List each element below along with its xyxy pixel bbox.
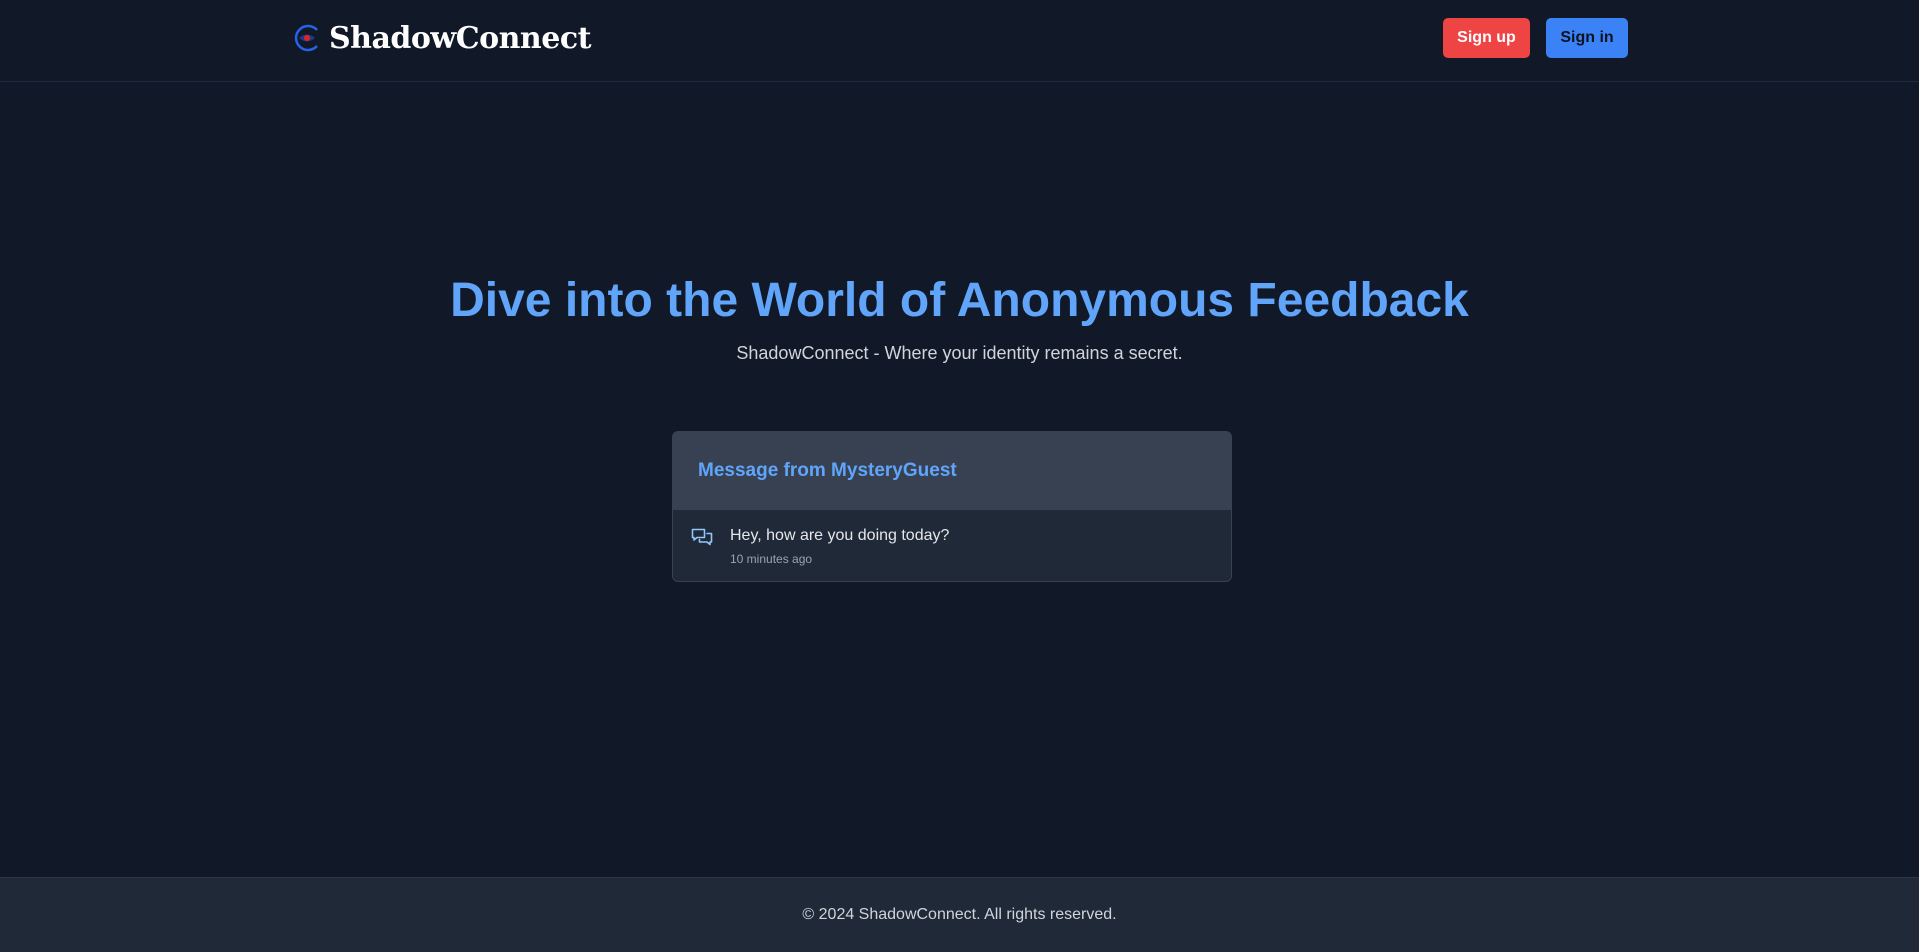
message-card[interactable]: Message from MysteryGuest Hey, how are y… [672,431,1232,582]
sign-in-button[interactable]: Sign in [1546,18,1628,58]
message-text: Hey, how are you doing today? [730,527,950,544]
hero-subtitle: ShadowConnect - Where your identity rema… [736,343,1183,363]
chat-bubbles-icon [690,526,714,550]
brand-name: ShadowConnect [329,20,591,56]
footer-copyright: © 2024 ShadowConnect. All rights reserve… [802,906,1117,923]
hero-title: Dive into the World of Anonymous Feedbac… [450,274,1469,327]
page: ShadowConnect Sign up Sign in Dive into … [0,0,1919,952]
eye-logo-icon [291,22,323,54]
message-card-header: Message from MysteryGuest [673,432,1231,510]
message-card-title: Message from MysteryGuest [698,460,957,481]
message-card-body: Hey, how are you doing today? 10 minutes… [673,510,1231,581]
brand[interactable]: ShadowConnect [291,18,591,58]
message-timestamp: 10 minutes ago [730,552,813,566]
footer: © 2024 ShadowConnect. All rights reserve… [0,877,1919,952]
sign-up-button[interactable]: Sign up [1443,18,1530,58]
top-navbar: ShadowConnect Sign up Sign in [0,0,1919,82]
